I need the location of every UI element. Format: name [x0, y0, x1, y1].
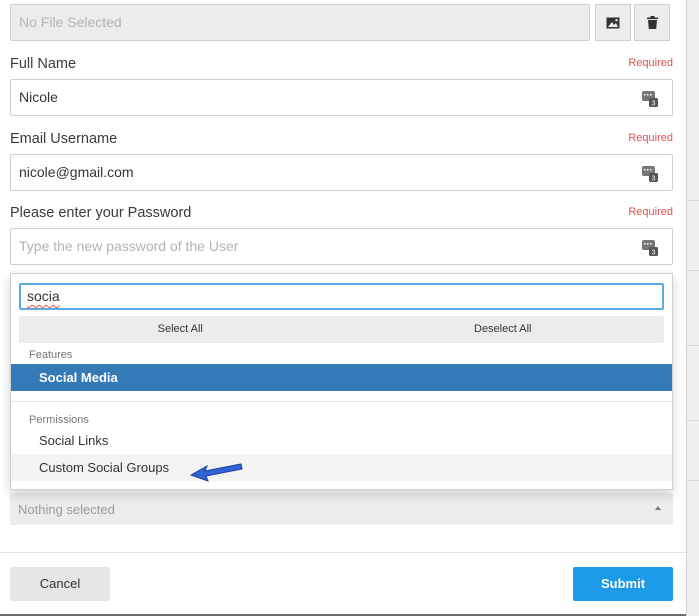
permissions-select[interactable]: Nothing selected [10, 493, 673, 525]
password-placeholder: Type the new password of the User [19, 238, 239, 254]
full-name-required: Required [628, 57, 673, 69]
option-custom-social-groups[interactable]: Custom Social Groups [11, 454, 672, 481]
email-input[interactable]: nicole@gmail.com 3 [10, 154, 673, 191]
svg-text:3: 3 [652, 100, 656, 107]
password-required: Required [628, 206, 673, 218]
user-form-dialog: No File Selected Full Name Required Nico… [0, 0, 686, 616]
svg-text:3: 3 [652, 175, 656, 182]
password-manager-icon[interactable]: 3 [642, 164, 658, 182]
cancel-button[interactable]: Cancel [10, 567, 110, 601]
password-manager-icon[interactable]: 3 [642, 238, 658, 256]
group-label-permissions: Permissions [29, 414, 89, 426]
annotation-arrow-icon [189, 463, 243, 482]
option-social-media[interactable]: Social Media [11, 364, 672, 391]
select-all-button[interactable]: Select All [19, 316, 342, 343]
email-required: Required [628, 132, 673, 144]
group-label-features: Features [29, 349, 73, 361]
caret-up-icon [655, 506, 661, 510]
trash-icon [646, 16, 658, 29]
email-value: nicole@gmail.com [19, 164, 134, 180]
dropdown-search-value: socia [27, 288, 60, 304]
password-manager-icon[interactable]: 3 [642, 89, 658, 107]
svg-text:3: 3 [652, 249, 656, 256]
permissions-dropdown: socia Select All Deselect All Features S… [10, 273, 673, 490]
full-name-label: Full Name [10, 56, 77, 72]
dropdown-search-input[interactable]: socia [19, 283, 664, 310]
image-icon [606, 17, 620, 28]
background-page-strip [686, 0, 699, 616]
full-name-input[interactable]: Nicole 3 [10, 79, 673, 116]
dropdown-divider [11, 401, 672, 402]
file-upload-field[interactable]: No File Selected [10, 4, 590, 41]
select-placeholder: Nothing selected [18, 502, 115, 517]
full-name-value: Nicole [19, 89, 58, 105]
password-input[interactable]: Type the new password of the User 3 [10, 228, 673, 265]
dropdown-actions: Select All Deselect All [19, 316, 664, 343]
option-social-links[interactable]: Social Links [11, 427, 672, 454]
footer-divider [0, 552, 686, 553]
upload-image-button[interactable] [595, 4, 631, 41]
deselect-all-button[interactable]: Deselect All [342, 316, 665, 343]
email-label: Email Username [10, 131, 118, 147]
password-label: Please enter your Password [10, 205, 192, 221]
delete-file-button[interactable] [634, 4, 670, 41]
submit-button[interactable]: Submit [573, 567, 673, 601]
